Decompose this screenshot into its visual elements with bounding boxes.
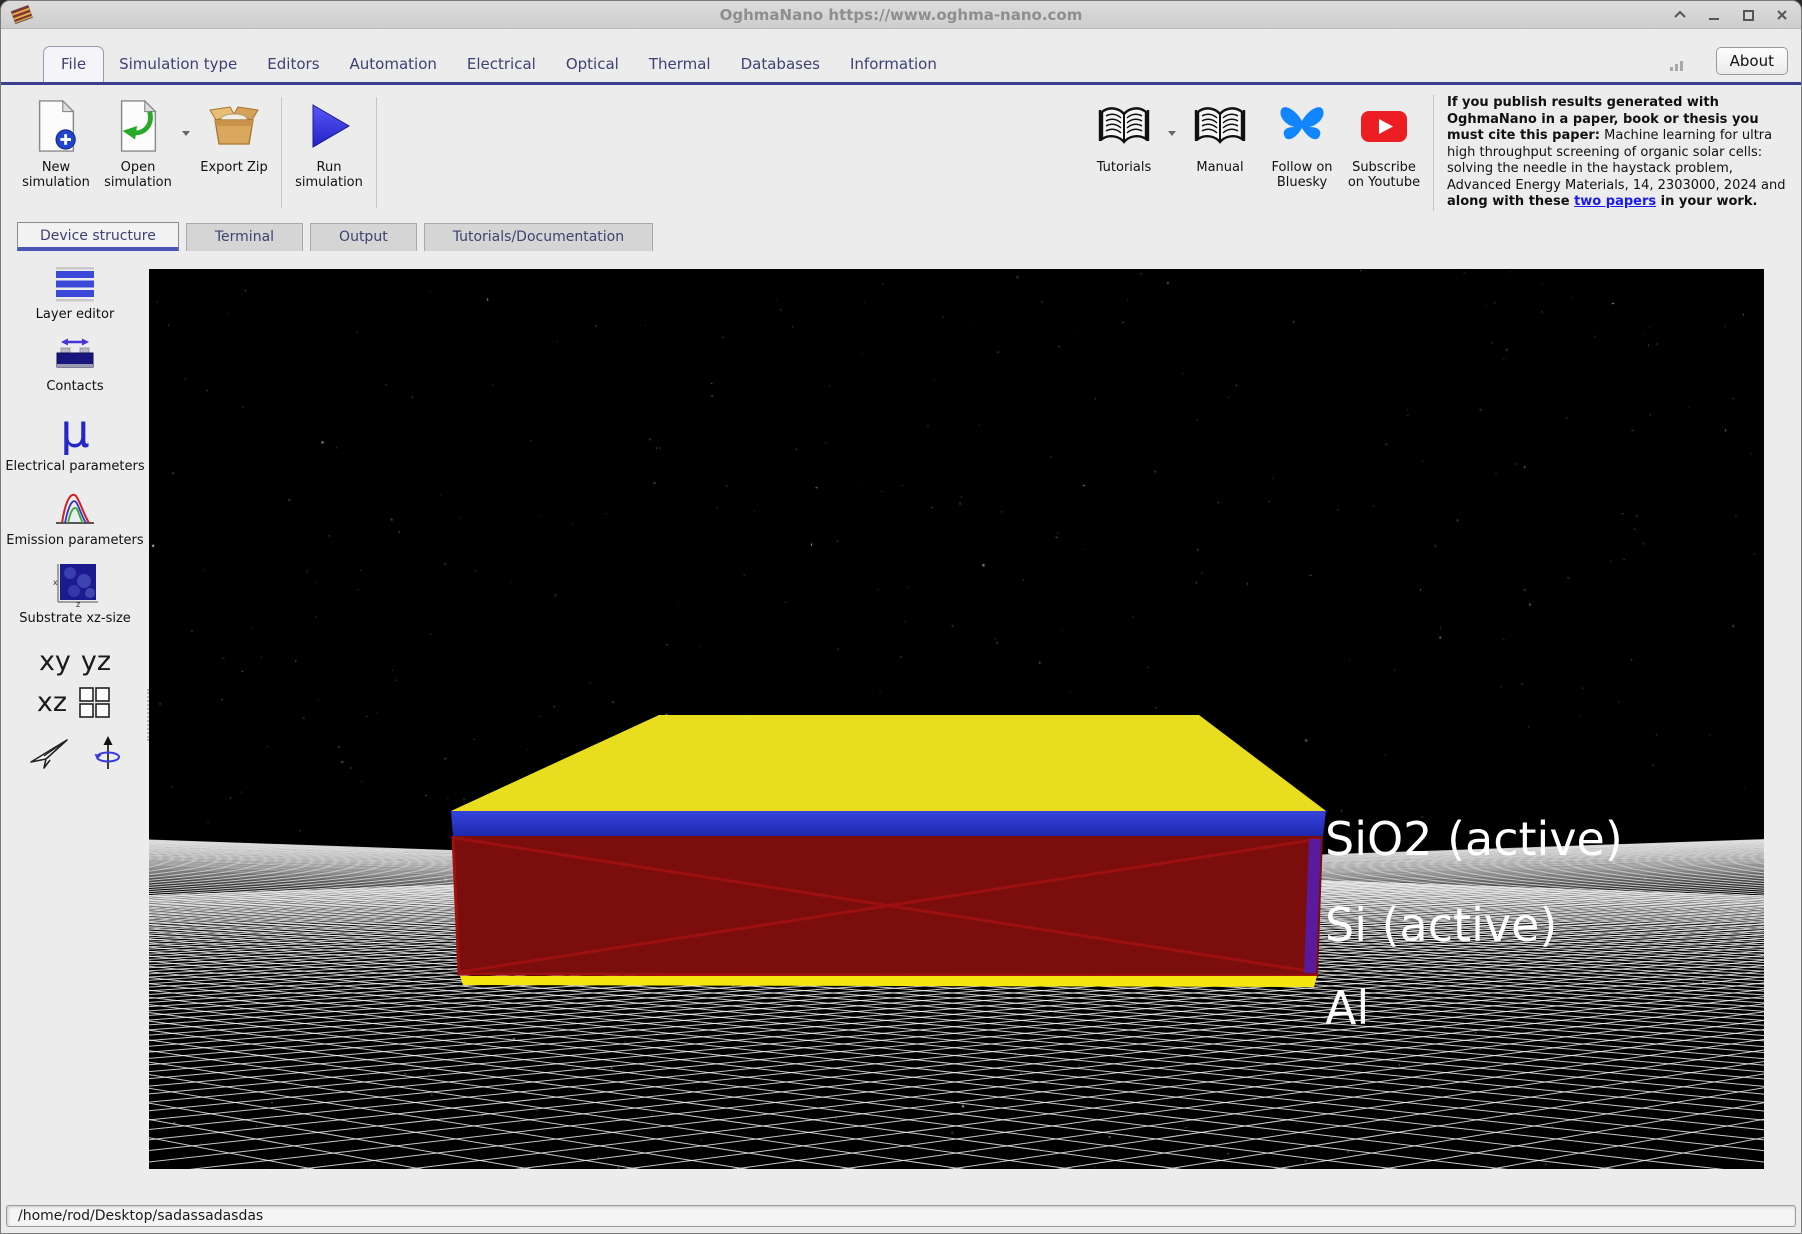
tutorials-button[interactable]: Tutorials [1083,95,1165,175]
rotate-axis-icon[interactable] [94,735,122,771]
device-sio2-layer [451,811,1326,836]
toolbar: New simulation Open simulation Export Zi… [1,85,1801,216]
layer-label-sio2: SiO2 (active) [1325,812,1623,866]
menu-file[interactable]: File [43,46,105,82]
paper-plane-icon[interactable] [28,736,70,770]
device-al-layer [460,976,1317,987]
mu-icon: μ [60,407,89,455]
menubar: File Simulation type Editors Automation … [1,29,1801,85]
toolbar-separator [376,97,377,208]
svg-text:z: z [76,600,80,607]
package-box-icon [209,106,259,145]
grid-view-icon[interactable] [77,685,113,721]
sidebar-item-emission-parameters[interactable]: Emission parameters [6,487,144,548]
tab-output[interactable]: Output [310,223,417,251]
svg-text:x: x [53,578,58,587]
menu-optical[interactable]: Optical [551,47,634,82]
window-title: OghmaNano https://www.oghma-nano.com [719,5,1083,24]
menu-databases[interactable]: Databases [726,47,835,82]
emission-spectrum-icon [55,493,94,524]
bluesky-button[interactable]: Follow on Bluesky [1261,95,1343,190]
new-simulation-button[interactable]: New simulation [15,95,97,190]
toolbar-separator [281,97,282,208]
document-plus-icon [38,99,76,152]
resize-grip-icon [1670,61,1683,71]
maximize-icon[interactable] [1741,8,1755,22]
citation-bold-end: in your work. [1656,194,1758,209]
device-3d [451,715,1326,987]
menu-editors[interactable]: Editors [252,47,334,82]
manual-button[interactable]: Manual [1179,95,1261,175]
view-xz-button[interactable]: xz [37,688,67,718]
document-tabs: Device structure Terminal Output Tutoria… [1,216,1801,251]
view-xy-button[interactable]: xy [39,647,71,677]
device-structure-panel: Layer editor Contacts μ Electrical param… [1,251,1801,1201]
chevron-down-icon [1168,131,1176,140]
device-top-face [451,715,1326,811]
sidebar-item-contacts[interactable]: Contacts [46,335,104,394]
menu-simulation-type[interactable]: Simulation type [104,47,252,82]
menu-automation[interactable]: Automation [335,47,452,82]
layer-label-al: Al [1325,981,1370,1035]
tab-device-structure[interactable]: Device structure [17,222,179,251]
export-zip-button[interactable]: Export Zip [193,95,275,175]
app-window: OghmaNano https://www.oghma-nano.com Fil… [0,0,1802,1234]
view-yz-button[interactable]: yz [81,647,111,677]
3d-viewport[interactable]: SiO2 (active) Si (active) Al [149,269,1764,1169]
menu-electrical[interactable]: Electrical [452,47,551,82]
chevron-down-icon [182,131,190,140]
contacts-icon [56,338,94,368]
tab-tutorials-documentation[interactable]: Tutorials/Documentation [423,223,654,251]
open-simulation-button[interactable]: Open simulation [97,95,179,190]
open-book-icon [1194,107,1246,144]
citation-bold-mid: along with these [1447,194,1575,209]
substrate-map-icon: x z [53,564,98,607]
open-book-icon [1098,107,1150,144]
two-papers-link[interactable]: two papers [1574,194,1656,209]
document-open-icon [120,99,157,152]
tutorials-dropdown[interactable] [1165,95,1179,140]
menu-thermal[interactable]: Thermal [634,47,726,82]
play-icon [312,104,350,148]
sidebar-item-electrical-parameters[interactable]: μ Electrical parameters [5,407,144,474]
sidebar: Layer editor Contacts μ Electrical param… [1,251,149,1201]
minimize-icon[interactable] [1707,8,1721,22]
tab-terminal[interactable]: Terminal [185,223,304,251]
layers-icon [55,267,94,302]
youtube-button[interactable]: Subscribe on Youtube [1343,95,1425,190]
shade-window-icon[interactable] [1673,8,1687,22]
status-path-field: /home/rod/Desktop/sadassadasdas [6,1205,1796,1227]
close-icon[interactable] [1775,8,1789,22]
sidebar-item-substrate-xz-size[interactable]: x z Substrate xz-size [19,561,131,626]
citation-notice: If you publish results generated with Og… [1433,95,1789,211]
titlebar: OghmaNano https://www.oghma-nano.com [1,1,1801,29]
about-button[interactable]: About [1715,47,1788,75]
bluesky-butterfly-icon [1280,107,1324,140]
sidebar-item-layer-editor[interactable]: Layer editor [36,265,114,322]
status-path-text: /home/rod/Desktop/sadassadasdas [18,1208,264,1224]
youtube-icon [1361,111,1407,142]
menu-information[interactable]: Information [835,47,952,82]
svg-text:μ: μ [60,407,89,455]
open-options-dropdown[interactable] [179,95,193,140]
layer-label-si: Si (active) [1325,898,1558,952]
statusbar-area: /home/rod/Desktop/sadassadasdas [1,1201,1801,1233]
run-simulation-button[interactable]: Run simulation [288,95,370,190]
